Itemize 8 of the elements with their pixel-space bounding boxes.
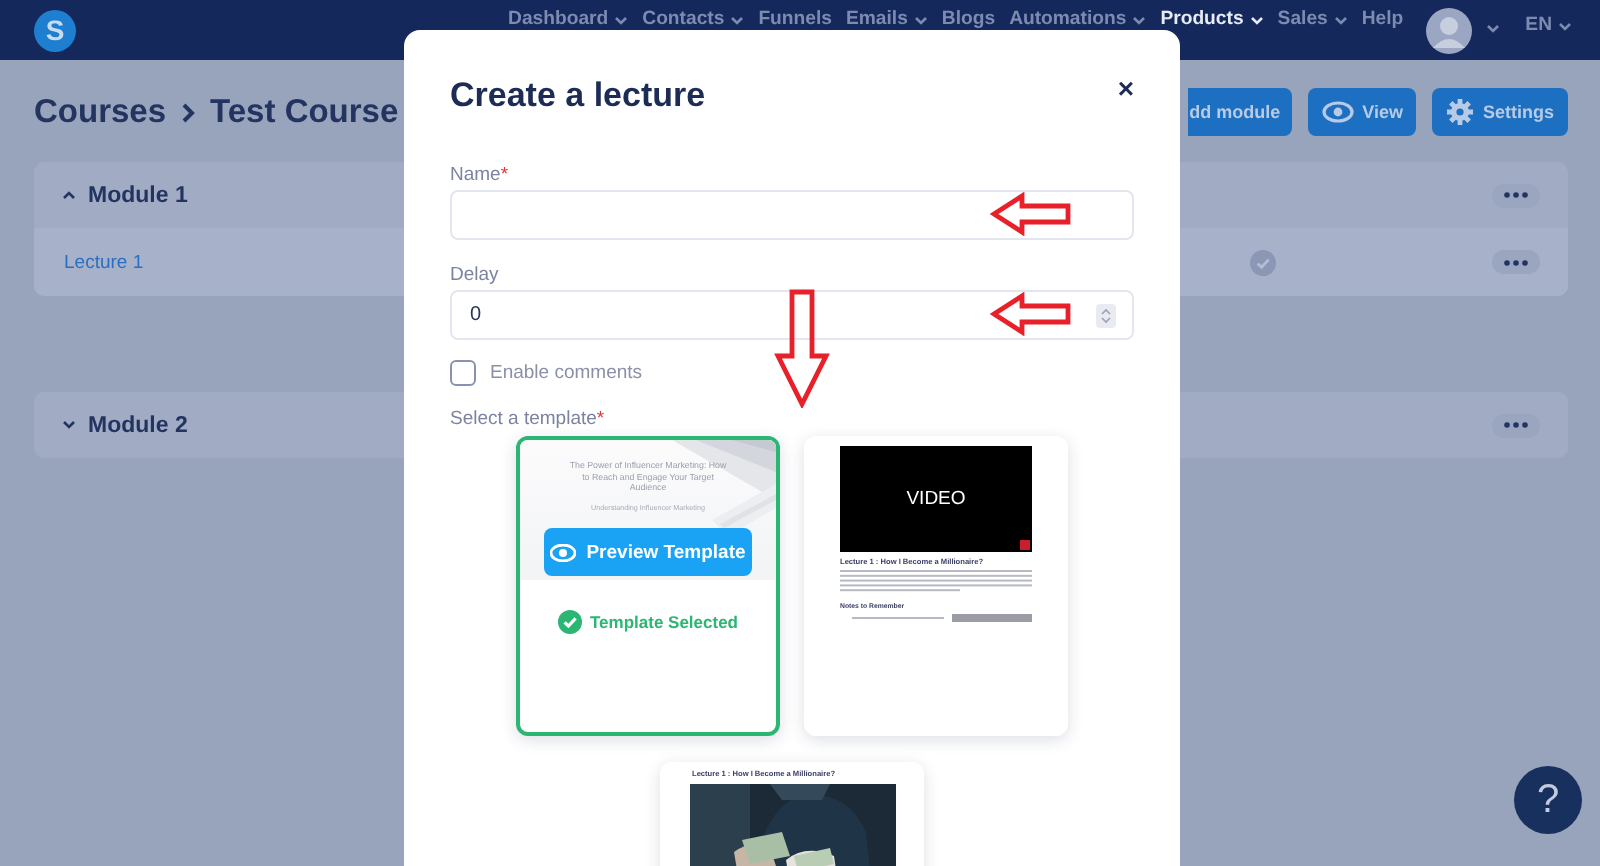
checkbox-label: Enable comments — [490, 362, 643, 384]
selected-status: Template Selected — [520, 610, 776, 634]
field-label: Delay — [450, 264, 501, 286]
dialog-title: Create a lecture — [450, 74, 706, 118]
field-label: Name* — [450, 164, 511, 186]
breadcrumb-item: Test Course — [210, 93, 399, 131]
video-thumbnail: VIDEO — [840, 446, 1032, 552]
field-label: Select a template* — [450, 408, 605, 430]
